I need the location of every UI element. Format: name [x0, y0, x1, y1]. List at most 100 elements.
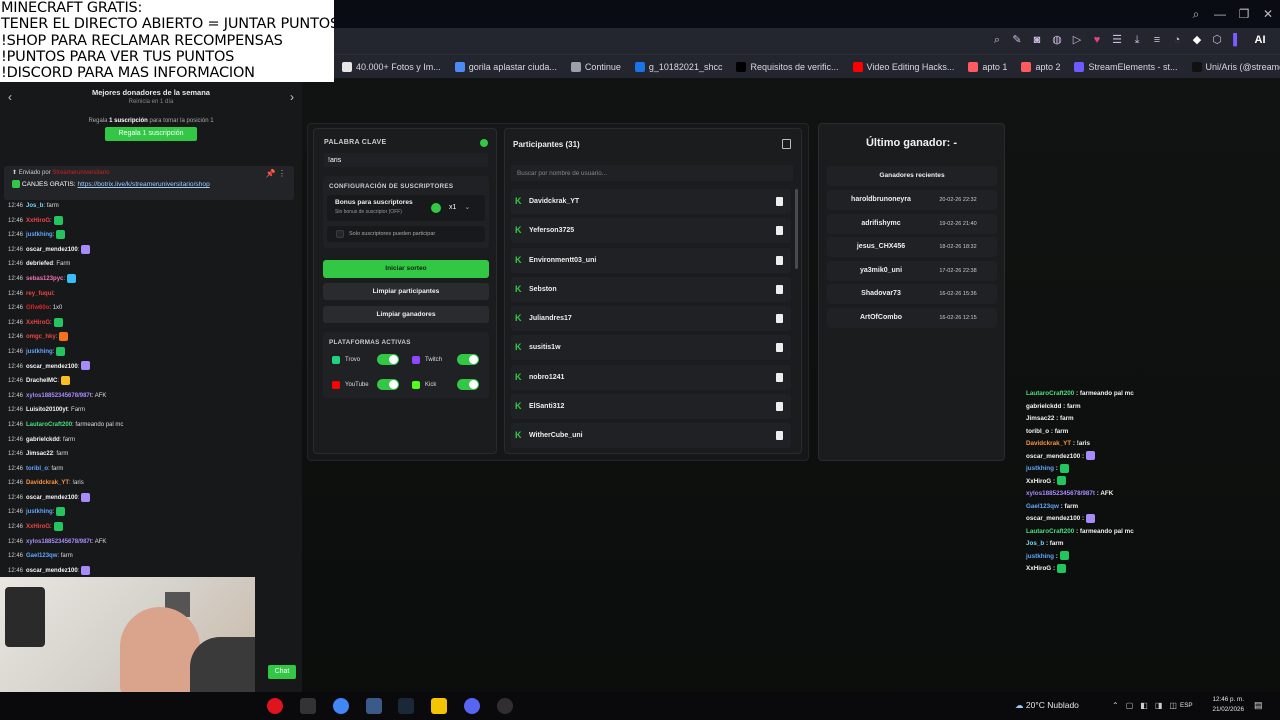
sidebar-icon[interactable]: ▌ [1230, 33, 1244, 47]
only-subs-option[interactable]: Solo suscriptores pueden participar [327, 226, 485, 242]
play-icon[interactable]: ▷ [1070, 33, 1084, 47]
only-subs-checkbox[interactable] [336, 230, 344, 238]
system-tray-icons[interactable]: ⌃▢◧◨◫ [1112, 701, 1184, 710]
bookmark[interactable]: g_10182021_shcc [634, 61, 722, 72]
chat-username[interactable]: LautaroCraft200 [26, 422, 72, 428]
chat-username[interactable]: justkhing [26, 232, 53, 238]
chat-username[interactable]: sebas123pyc [26, 276, 63, 282]
platform-toggle[interactable] [377, 354, 399, 365]
chat-username[interactable]: omgc_hky [26, 334, 56, 340]
start-raffle-button[interactable]: Iniciar sorteo [323, 260, 489, 278]
search-icon[interactable]: ⌕ [1184, 7, 1208, 22]
chat-username[interactable]: DrachelMC [26, 378, 57, 384]
trash-icon[interactable] [776, 255, 783, 265]
chat-username[interactable]: oscar_mendez100 [26, 495, 78, 501]
download-icon[interactable]: ⤓ [1130, 33, 1144, 47]
restore-icon[interactable]: ❐ [1232, 7, 1256, 21]
minimize-icon[interactable]: — [1208, 7, 1232, 21]
bookmark[interactable]: gorila aplastar ciuda... [454, 61, 557, 72]
chat-message: 12:46 XxHiroG: [8, 214, 298, 229]
chat-button[interactable]: Chat [268, 665, 296, 679]
info-icon[interactable] [480, 139, 488, 147]
participant-search-input[interactable] [511, 165, 793, 181]
clock[interactable]: 12:46 p. m. 21/02/2026 [1200, 695, 1244, 715]
pin-toggle-icon[interactable]: 📌 ⋮ [266, 169, 286, 178]
language-indicator[interactable]: ESP [1180, 702, 1193, 709]
trash-icon[interactable] [776, 197, 783, 206]
vpn-icon[interactable]: ◍ [1050, 33, 1064, 47]
obs-icon[interactable] [497, 698, 513, 714]
chat-username[interactable]: Gfiw60o [26, 305, 49, 311]
profile-icon[interactable]: ◔ [1170, 33, 1184, 47]
bookmark[interactable]: Video Editing Hacks... [852, 61, 954, 72]
chat-username[interactable]: oscar_mendez100 [26, 568, 78, 574]
chrome-icon[interactable] [333, 698, 349, 714]
chat-username[interactable]: Luisito20100yt [26, 407, 68, 413]
chat-username[interactable]: XxHiroG [26, 320, 50, 326]
chat-username[interactable]: rey_fuqui [26, 291, 53, 297]
trash-icon[interactable] [776, 431, 783, 441]
chat-username[interactable]: Jimsac22 [26, 451, 53, 457]
camera-icon[interactable]: ◙ [1030, 33, 1044, 47]
discord-icon[interactable] [464, 698, 480, 714]
chat-username[interactable]: Jos_b [26, 203, 43, 209]
trash-icon[interactable] [776, 284, 783, 294]
opera-icon[interactable] [267, 698, 283, 714]
zoom-icon[interactable]: ⌕ [990, 33, 1004, 47]
close-icon[interactable]: ✕ [1256, 7, 1280, 21]
notification-icon[interactable]: ▤ [1254, 700, 1263, 711]
bookmark[interactable]: Requisitos de verific... [736, 61, 839, 72]
cube-icon[interactable]: ⬡ [1210, 33, 1224, 47]
clear-winners-button[interactable]: Limpiar ganadores [323, 306, 489, 323]
trash-icon[interactable] [776, 314, 783, 324]
app-yellow-icon[interactable] [431, 698, 447, 714]
platform-toggle[interactable] [457, 354, 479, 365]
copy-icon[interactable] [782, 139, 791, 149]
ai-button[interactable]: AI [1250, 33, 1270, 47]
trash-icon[interactable] [776, 372, 783, 382]
chevron-left-icon[interactable]: ‹ [8, 90, 12, 104]
chat-username[interactable]: toribl_o [26, 466, 48, 472]
bookmark[interactable]: Continue [570, 61, 621, 72]
platform-toggle[interactable] [377, 379, 399, 390]
chat-username[interactable]: oscar_mendez100 [26, 364, 78, 370]
streamer-app-icon[interactable] [300, 698, 316, 714]
chat-username[interactable]: justkhing [26, 509, 53, 515]
steam-icon[interactable] [398, 698, 414, 714]
winner-date: 18-02-26 18:32 [939, 244, 977, 251]
bookmark[interactable]: apto 1 [968, 61, 1007, 72]
keyword-input[interactable] [324, 153, 488, 167]
chat-username[interactable]: gabrielckdd [26, 437, 60, 443]
chat-username[interactable]: justkhing [26, 349, 53, 355]
participants-scrollbar[interactable] [795, 189, 798, 269]
bookmark[interactable]: Uni/Aris (@streame... [1191, 61, 1280, 72]
bonus-info-icon[interactable] [431, 203, 441, 213]
chat-username[interactable]: debriefed [26, 261, 53, 267]
chat-username[interactable]: Davidckrak_YT [26, 480, 69, 486]
gift-sub-button[interactable]: Regala 1 suscripción [105, 127, 197, 141]
trash-icon[interactable] [776, 343, 783, 353]
chat-username[interactable]: Gael123qw [26, 553, 57, 559]
chat-username[interactable]: XxHiroG [26, 218, 50, 224]
chat-username[interactable]: XxHiroG [26, 524, 50, 530]
chat-username[interactable]: xylos18852345678/987t [26, 539, 92, 545]
chevron-right-icon[interactable]: › [290, 90, 294, 104]
pinned-link[interactable]: https://botrix.live/k/streameruniversita… [77, 181, 209, 188]
edit-icon[interactable]: ✎ [1010, 33, 1024, 47]
chat-username[interactable]: oscar_mendez100 [26, 247, 78, 253]
extension-icon[interactable]: ◆ [1190, 33, 1204, 47]
trash-icon[interactable] [776, 402, 783, 412]
files-icon[interactable] [366, 698, 382, 714]
bookmark[interactable]: apto 2 [1021, 61, 1060, 72]
reading-list-icon[interactable]: ☰ [1110, 33, 1124, 47]
weather[interactable]: ☁ 20°C Nublado [1015, 700, 1079, 711]
clear-participants-button[interactable]: Limpiar participantes [323, 283, 489, 300]
platform-toggle[interactable] [457, 379, 479, 390]
bookmark[interactable]: StreamElements - st... [1074, 61, 1178, 72]
trash-icon[interactable] [776, 226, 783, 236]
menu-icon[interactable]: ≡ [1150, 33, 1164, 47]
heart-icon[interactable]: ♥ [1090, 33, 1104, 47]
bonus-multiplier-select[interactable]: x1 ⌄ [445, 201, 477, 215]
chat-username[interactable]: xylos18852345678/987t [26, 393, 92, 399]
bookmark[interactable]: 40.000+ Fotos y Im... [342, 61, 441, 72]
